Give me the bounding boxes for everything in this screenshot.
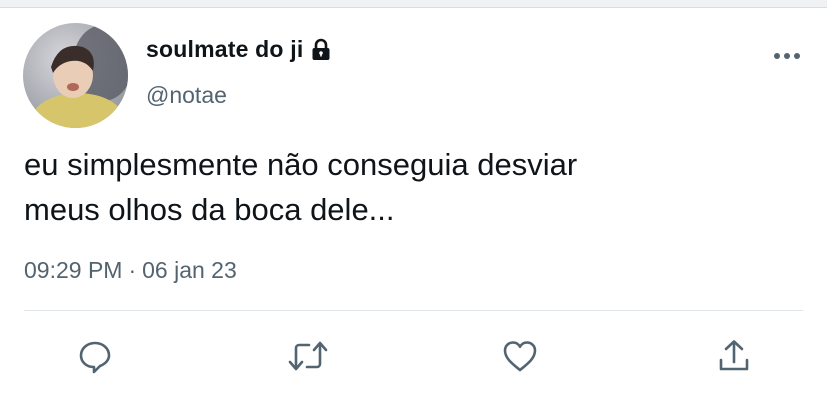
tweet-date: 06 jan 23 [142,257,237,283]
tweet-time: 09:29 PM [24,257,123,283]
reply-button[interactable] [75,338,115,378]
retweet-button[interactable] [288,338,328,378]
tweet-card: soulmate do ji @notae eu simplesmente nã… [0,8,827,415]
avatar[interactable] [23,23,128,128]
more-icon[interactable] [772,46,802,66]
action-divider [24,310,803,311]
reply-icon [77,338,113,379]
tweet-text: eu simplesmente não conseguia desviar me… [24,142,794,232]
lock-icon [309,38,333,62]
display-name[interactable]: soulmate do ji [146,36,333,63]
like-icon [501,338,539,379]
top-divider [0,0,827,8]
retweet-icon [287,338,329,379]
tweet-text-line: meus olhos da boca dele... [24,192,395,227]
like-button[interactable] [500,338,540,378]
display-name-text: soulmate do ji [146,36,304,62]
share-button[interactable] [714,338,754,378]
tweet-timestamp[interactable]: 09:29 PM · 06 jan 23 [24,257,237,284]
handle[interactable]: @notae [146,82,227,109]
share-icon [716,338,752,379]
meta-separator: · [128,257,137,283]
tweet-text-line: eu simplesmente não conseguia desviar [24,147,578,182]
